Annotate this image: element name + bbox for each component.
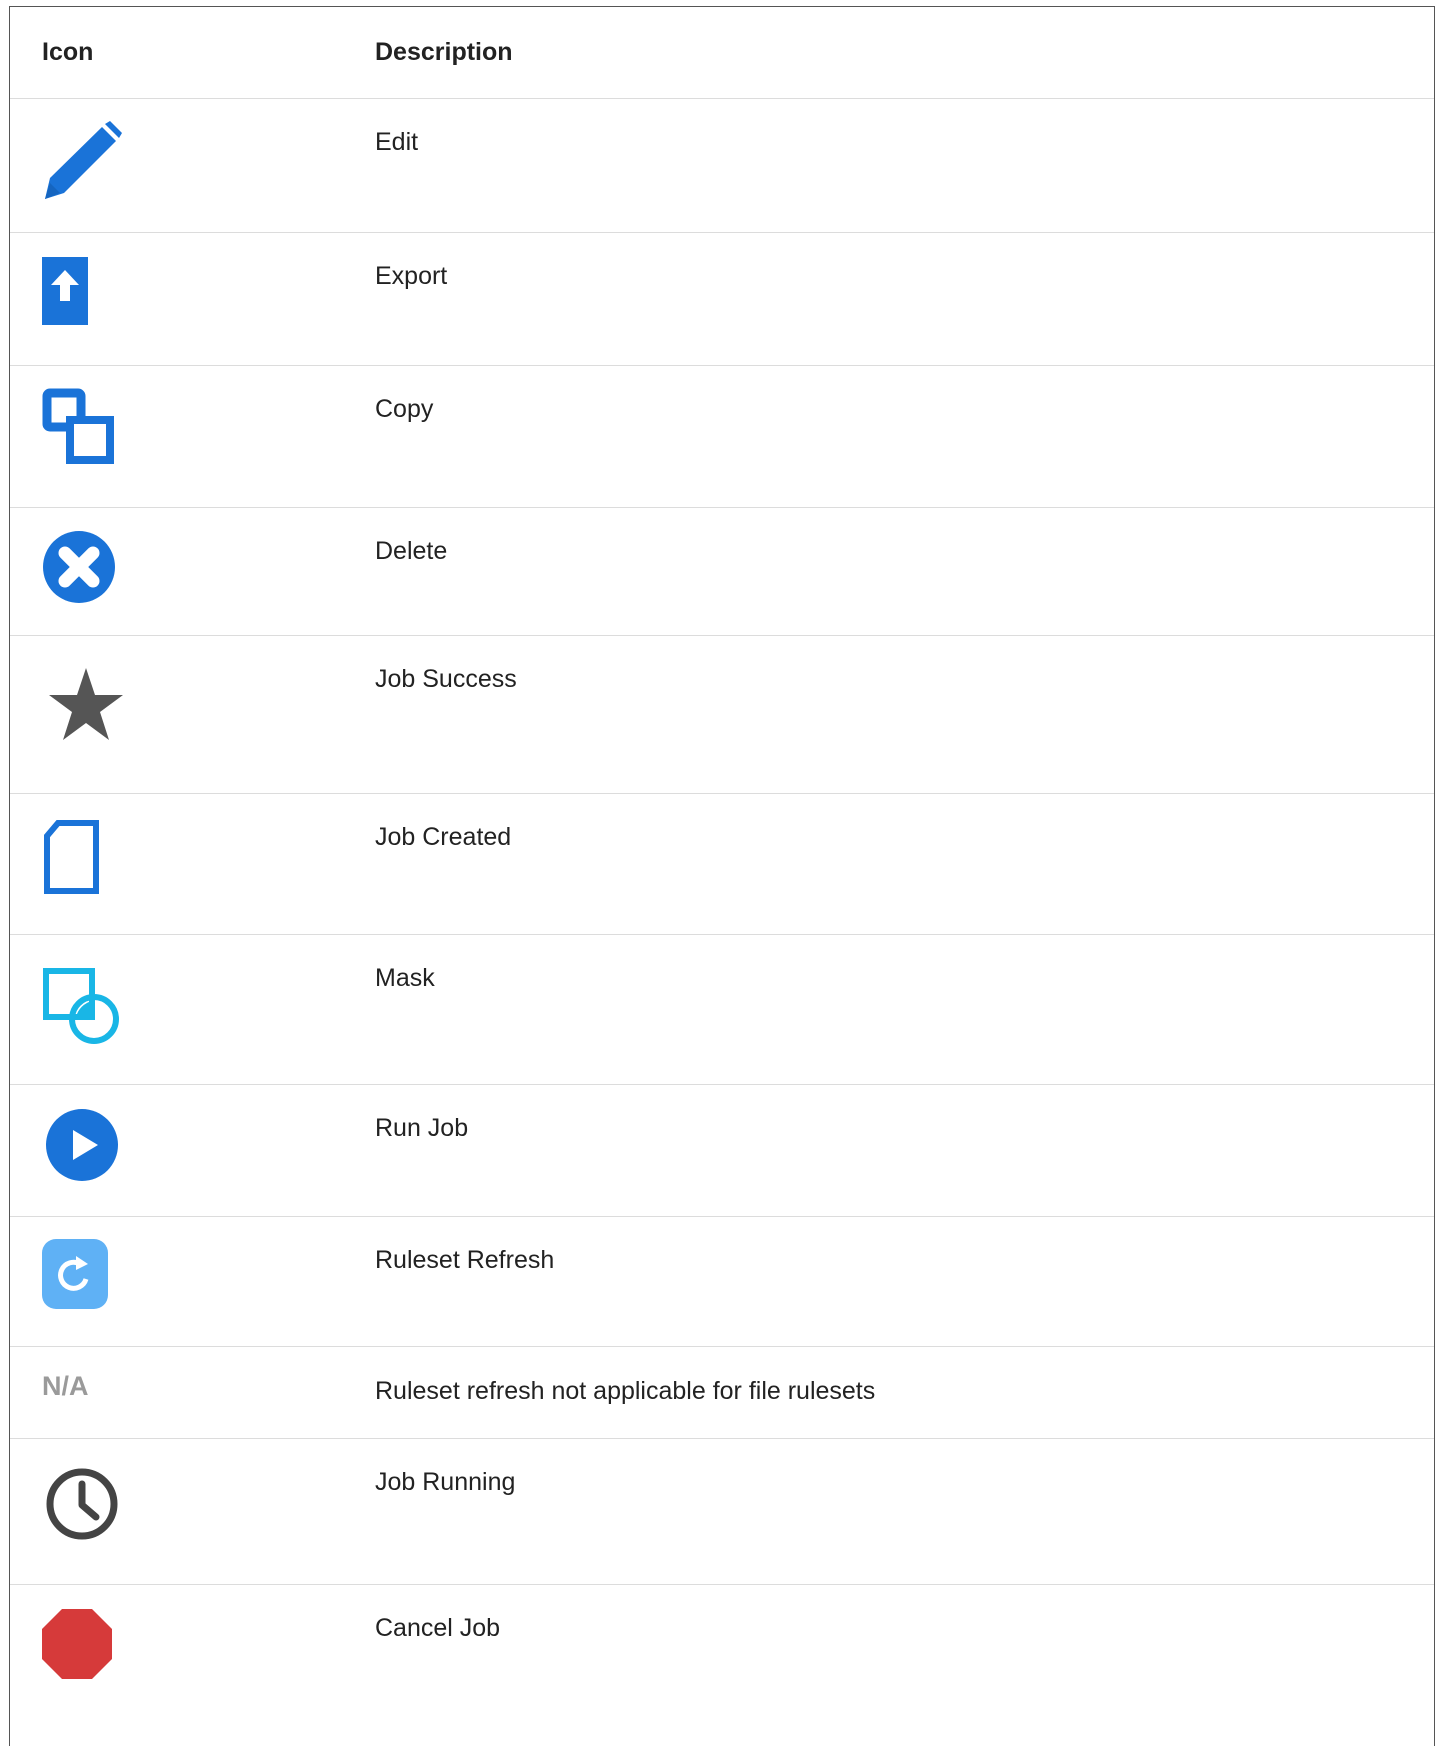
table-row: Run Job — [10, 1084, 1434, 1217]
table-row: Delete — [10, 507, 1434, 636]
clock-icon — [46, 1468, 118, 1540]
copy-icon — [42, 388, 114, 464]
table-row: Cancel Job — [10, 1585, 1434, 1745]
row-label: Ruleset refresh not applicable for file … — [375, 1377, 876, 1405]
row-label: Run Job — [375, 1114, 469, 1142]
stop-icon — [42, 1609, 112, 1679]
table-row: Edit — [10, 98, 1434, 233]
icon-reference-table-frame: Icon Description Edit Export Copy Delete… — [9, 6, 1435, 1746]
table-row: Job Running — [10, 1438, 1434, 1585]
mask-icon — [43, 968, 119, 1044]
row-label: Job Running — [375, 1468, 516, 1496]
row-label: Job Success — [375, 665, 517, 693]
table-row: N/A Ruleset refresh not applicable for f… — [10, 1346, 1434, 1439]
row-label: Job Created — [375, 823, 512, 851]
row-label: Delete — [375, 537, 448, 565]
row-label: Export — [375, 262, 448, 290]
table-row: Export — [10, 232, 1434, 366]
row-label: Edit — [375, 128, 419, 156]
play-icon — [46, 1109, 118, 1181]
header-description: Description — [375, 7, 1434, 99]
refresh-icon — [42, 1239, 108, 1309]
delete-icon — [43, 531, 115, 603]
table-header-row: Icon Description — [10, 7, 1434, 99]
header-icon: Icon — [10, 7, 375, 99]
table-row: Job Success — [10, 635, 1434, 794]
row-label: Ruleset Refresh — [375, 1246, 555, 1274]
table-row: Copy — [10, 365, 1434, 508]
row-label: Copy — [375, 395, 434, 423]
row-label: Mask — [375, 964, 435, 992]
star-icon — [49, 668, 123, 740]
document-icon — [44, 820, 99, 894]
na-text: N/A — [42, 1371, 89, 1401]
export-icon — [42, 257, 88, 325]
table-row: Job Created — [10, 793, 1434, 935]
table-row: Mask — [10, 934, 1434, 1085]
pencil-icon — [45, 121, 122, 199]
table-row: Ruleset Refresh — [10, 1216, 1434, 1347]
row-label: Cancel Job — [375, 1614, 501, 1642]
icon-reference-table: Icon Description Edit Export Copy Delete… — [10, 7, 1434, 1745]
